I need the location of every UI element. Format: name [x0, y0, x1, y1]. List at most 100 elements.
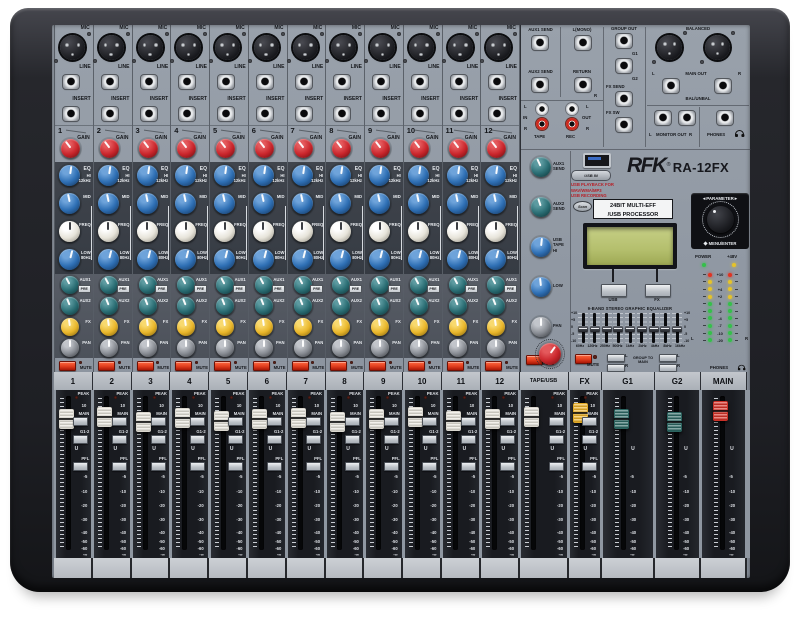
eq-hi-knob[interactable]	[447, 165, 468, 186]
mute-button[interactable]	[137, 361, 154, 371]
fx-knob[interactable]	[449, 318, 467, 336]
pan-knob[interactable]	[100, 339, 118, 357]
eq-low-knob[interactable]	[292, 249, 313, 270]
geq-slider-cap[interactable]	[660, 326, 670, 332]
tape-low-knob[interactable]	[531, 277, 551, 297]
eq-freq-knob[interactable]	[98, 221, 119, 242]
eq-low-knob[interactable]	[408, 249, 429, 270]
gain-knob[interactable]	[449, 139, 468, 158]
main-assign-button[interactable]	[267, 417, 282, 426]
eq-low-knob[interactable]	[59, 249, 80, 270]
tape-hi-knob[interactable]	[531, 237, 551, 257]
mute-button[interactable]	[485, 361, 502, 371]
pan-knob[interactable]	[449, 339, 467, 357]
group-assign-button[interactable]	[112, 435, 127, 444]
main-assign-button[interactable]	[151, 417, 166, 426]
main-assign-button[interactable]	[73, 417, 88, 426]
gain-knob[interactable]	[332, 139, 351, 158]
eq-low-knob[interactable]	[214, 249, 235, 270]
group-assign-button[interactable]	[461, 435, 476, 444]
tape-aux2-send-knob[interactable]	[531, 197, 551, 217]
aux1-knob[interactable]	[371, 276, 389, 294]
fx-knob[interactable]	[332, 318, 350, 336]
pre-button[interactable]: PRE	[349, 285, 362, 293]
fader-cap[interactable]	[369, 409, 384, 429]
main-assign-button[interactable]	[112, 417, 127, 426]
eq-low-knob[interactable]	[137, 249, 158, 270]
pre-button[interactable]: PRE	[388, 285, 401, 293]
geq-slider-cap[interactable]	[578, 326, 588, 332]
fx-knob[interactable]	[410, 318, 428, 336]
eq-hi-knob[interactable]	[59, 165, 80, 186]
group-assign-button[interactable]	[151, 435, 166, 444]
eq-freq-knob[interactable]	[369, 221, 390, 242]
fader-cap[interactable]	[667, 412, 682, 432]
eq-low-knob[interactable]	[369, 249, 390, 270]
gain-knob[interactable]	[100, 139, 119, 158]
aux1-knob[interactable]	[410, 276, 428, 294]
eq-freq-knob[interactable]	[485, 221, 506, 242]
pfl-button[interactable]	[422, 462, 437, 471]
aux2-knob[interactable]	[449, 297, 467, 315]
eq-hi-knob[interactable]	[485, 165, 506, 186]
group-assign-button[interactable]	[190, 435, 205, 444]
fader-cap[interactable]	[446, 411, 461, 431]
eq-mid-knob[interactable]	[485, 193, 506, 214]
aux2-knob[interactable]	[487, 297, 505, 315]
g2-to-main-l-button[interactable]	[659, 354, 677, 362]
fader-cap[interactable]	[214, 411, 229, 431]
fader-cap[interactable]	[59, 409, 74, 429]
eq-hi-knob[interactable]	[253, 165, 274, 186]
eq-mid-knob[interactable]	[214, 193, 235, 214]
fader-cap[interactable]	[175, 408, 190, 428]
mute-button[interactable]	[98, 361, 115, 371]
eq-freq-knob[interactable]	[292, 221, 313, 242]
pre-button[interactable]: PRE	[465, 285, 478, 293]
geq-slider-cap[interactable]	[590, 326, 600, 332]
fader-cap[interactable]	[252, 409, 267, 429]
pan-knob[interactable]	[255, 339, 273, 357]
main-assign-button[interactable]	[461, 417, 476, 426]
geq-slider-cap[interactable]	[672, 326, 682, 332]
pan-knob[interactable]	[410, 339, 428, 357]
main-assign-button[interactable]	[384, 417, 399, 426]
eq-mid-knob[interactable]	[98, 193, 119, 214]
geq-slider-cap[interactable]	[649, 326, 659, 332]
group-assign-button[interactable]	[549, 435, 564, 444]
geq-slider-cap[interactable]	[602, 326, 612, 332]
phones-level-knob[interactable]	[539, 343, 561, 365]
fx-knob[interactable]	[487, 318, 505, 336]
eq-mid-knob[interactable]	[292, 193, 313, 214]
fx-knob[interactable]	[139, 318, 157, 336]
fx-mode-button[interactable]	[645, 284, 671, 297]
eq-mid-knob[interactable]	[59, 193, 80, 214]
eq-freq-knob[interactable]	[59, 221, 80, 242]
aux2-knob[interactable]	[100, 297, 118, 315]
pan-knob[interactable]	[371, 339, 389, 357]
gain-knob[interactable]	[487, 139, 506, 158]
pan-knob[interactable]	[61, 339, 79, 357]
eq-low-knob[interactable]	[98, 249, 119, 270]
fx-knob[interactable]	[100, 318, 118, 336]
usb-mode-button[interactable]	[601, 284, 627, 297]
main-assign-button[interactable]	[549, 417, 564, 426]
pfl-button[interactable]	[582, 462, 597, 471]
pfl-button[interactable]	[151, 462, 166, 471]
fx-knob[interactable]	[177, 318, 195, 336]
eq-low-knob[interactable]	[253, 249, 274, 270]
aux1-knob[interactable]	[332, 276, 350, 294]
mute-button[interactable]	[408, 361, 425, 371]
eq-hi-knob[interactable]	[330, 165, 351, 186]
geq-slider-cap[interactable]	[613, 326, 623, 332]
eq-freq-knob[interactable]	[330, 221, 351, 242]
eq-freq-knob[interactable]	[175, 221, 196, 242]
aux2-knob[interactable]	[255, 297, 273, 315]
eq-freq-knob[interactable]	[447, 221, 468, 242]
geq-slider-cap[interactable]	[637, 326, 647, 332]
group-assign-button[interactable]	[228, 435, 243, 444]
pre-button[interactable]: PRE	[504, 285, 517, 293]
pan-knob[interactable]	[487, 339, 505, 357]
pan-knob[interactable]	[332, 339, 350, 357]
group-assign-button[interactable]	[306, 435, 321, 444]
mute-button[interactable]	[253, 361, 270, 371]
